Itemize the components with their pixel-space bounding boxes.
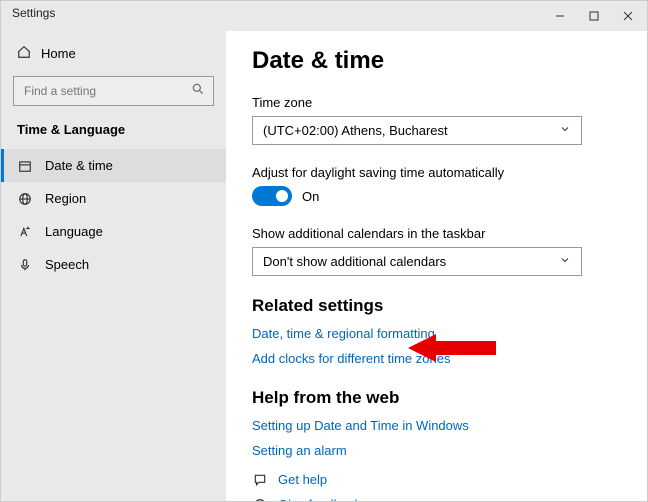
timezone-label: Time zone: [252, 95, 621, 110]
sidebar-item-region[interactable]: Region: [1, 182, 226, 215]
give-feedback-label: Give feedback: [278, 497, 361, 501]
sidebar-section-title: Time & Language: [1, 118, 226, 149]
help-heading: Help from the web: [252, 388, 621, 408]
get-help-label: Get help: [278, 472, 327, 487]
sidebar: Home Time & Language Date & time Region: [1, 31, 226, 501]
close-icon: [623, 11, 633, 21]
maximize-icon: [589, 11, 599, 21]
dst-state: On: [302, 189, 319, 204]
timezone-value: (UTC+02:00) Athens, Bucharest: [263, 123, 448, 138]
close-button[interactable]: [611, 2, 645, 30]
addcal-value: Don't show additional calendars: [263, 254, 446, 269]
link-regional-formatting[interactable]: Date, time & regional formatting: [252, 326, 621, 341]
search-icon: [191, 82, 205, 101]
addcal-select[interactable]: Don't show additional calendars: [252, 247, 582, 276]
dst-label: Adjust for daylight saving time automati…: [252, 165, 621, 180]
chat-icon: [252, 473, 268, 487]
sidebar-item-label: Speech: [45, 257, 89, 272]
give-feedback-link[interactable]: Give feedback: [252, 497, 621, 501]
minimize-icon: [555, 11, 565, 21]
sidebar-item-language[interactable]: Language: [1, 215, 226, 248]
timezone-select[interactable]: (UTC+02:00) Athens, Bucharest: [252, 116, 582, 145]
link-add-clocks[interactable]: Add clocks for different time zones: [252, 351, 621, 366]
search-box[interactable]: [13, 76, 214, 106]
title-bar: Settings: [1, 1, 647, 31]
sidebar-item-label: Date & time: [45, 158, 113, 173]
get-help-link[interactable]: Get help: [252, 472, 621, 487]
home-button[interactable]: Home: [1, 39, 226, 72]
sidebar-item-speech[interactable]: Speech: [1, 248, 226, 281]
sidebar-item-label: Language: [45, 224, 103, 239]
main-panel: Date & time Time zone (UTC+02:00) Athens…: [226, 31, 647, 501]
link-help-datetime[interactable]: Setting up Date and Time in Windows: [252, 418, 621, 433]
chevron-down-icon: [559, 254, 571, 269]
sidebar-item-label: Region: [45, 191, 86, 206]
related-heading: Related settings: [252, 296, 621, 316]
window-title: Settings: [12, 6, 55, 20]
sidebar-item-date-time[interactable]: Date & time: [1, 149, 226, 182]
search-input[interactable]: [22, 83, 191, 99]
language-icon: [17, 225, 33, 239]
maximize-button[interactable]: [577, 2, 611, 30]
home-label: Home: [41, 46, 76, 61]
page-heading: Date & time: [252, 47, 621, 75]
link-help-alarm[interactable]: Setting an alarm: [252, 443, 621, 458]
toggle-knob: [276, 190, 288, 202]
addcal-label: Show additional calendars in the taskbar: [252, 226, 621, 241]
minimize-button[interactable]: [543, 2, 577, 30]
calendar-icon: [17, 159, 33, 173]
microphone-icon: [17, 258, 33, 272]
home-icon: [17, 45, 31, 62]
feedback-icon: [252, 498, 268, 502]
dst-toggle[interactable]: [252, 186, 292, 206]
globe-icon: [17, 192, 33, 206]
chevron-down-icon: [559, 123, 571, 138]
